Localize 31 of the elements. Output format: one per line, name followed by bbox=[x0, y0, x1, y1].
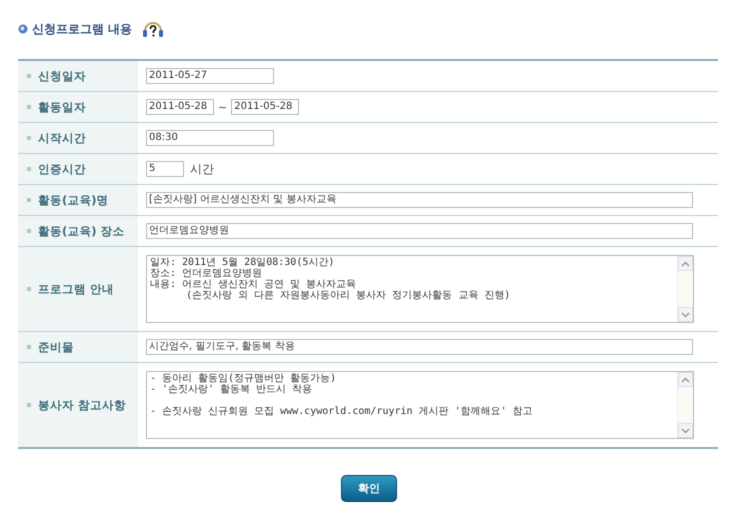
field-label: 프로그램 안내 bbox=[38, 282, 114, 296]
input-field[interactable]: 2011-05-27 bbox=[146, 68, 274, 84]
scrollbar[interactable] bbox=[677, 256, 693, 322]
field-label: 인증시간 bbox=[38, 162, 86, 176]
input-field[interactable]: 08:30 bbox=[146, 130, 274, 146]
text-area[interactable]: 일자: 2011년 5월 28일08:30(5시간) 장소: 언더로뎀요양병원 내용: 어르신 생신잔치 공연 및 봉사자교육 (손짓사랑 외 다른 자원봉사동아리 봉사자 정기봉사활동 교육 진행) bbox=[146, 255, 694, 323]
field-label: 봉사자 참고사항 bbox=[38, 398, 126, 412]
scroll-up-icon[interactable] bbox=[681, 260, 690, 266]
field-label: 활동일자 bbox=[38, 100, 86, 114]
scroll-down-icon[interactable] bbox=[681, 312, 690, 318]
section-title: 신청프로그램 내용 bbox=[32, 20, 132, 38]
input-field[interactable]: [손짓사랑] 어르신생신잔치 및 봉사자교육 bbox=[146, 192, 693, 208]
field-label: 준비물 bbox=[38, 340, 74, 354]
text-area[interactable]: - 동아리 활동임(정규맴버만 활동가능) - '손짓사랑' 활동복 반드시 착용 - 손짓사랑 신규회원 모집 www.cyworld.com/ruyrin 게시판 '함께해요' 참고 bbox=[146, 371, 694, 439]
bullet-icon bbox=[18, 24, 28, 34]
field-label: 신청일자 bbox=[38, 68, 86, 84]
field-label: 활동(교육)명 bbox=[38, 192, 109, 208]
headset-help-icon[interactable] bbox=[142, 19, 164, 39]
input-field[interactable]: 5 bbox=[146, 161, 184, 177]
input-field[interactable]: 2011-05-28 bbox=[231, 99, 300, 115]
field-label: 활동(교육) 장소 bbox=[38, 224, 125, 238]
input-field[interactable]: 언더로뎀요양병원 bbox=[146, 223, 693, 239]
unit-label: 시간 bbox=[190, 160, 214, 178]
field-label: 시작시간 bbox=[38, 130, 86, 146]
scroll-up-icon[interactable] bbox=[681, 376, 690, 382]
scroll-down-icon[interactable] bbox=[681, 428, 690, 434]
input-field[interactable]: 시간엄수, 필기도구, 활동복 착용 bbox=[146, 339, 693, 355]
input-field[interactable]: 2011-05-28 bbox=[146, 99, 214, 115]
range-separator: ~ bbox=[218, 100, 228, 114]
scrollbar[interactable] bbox=[677, 372, 693, 438]
confirm-button[interactable]: 확인 bbox=[341, 475, 397, 502]
